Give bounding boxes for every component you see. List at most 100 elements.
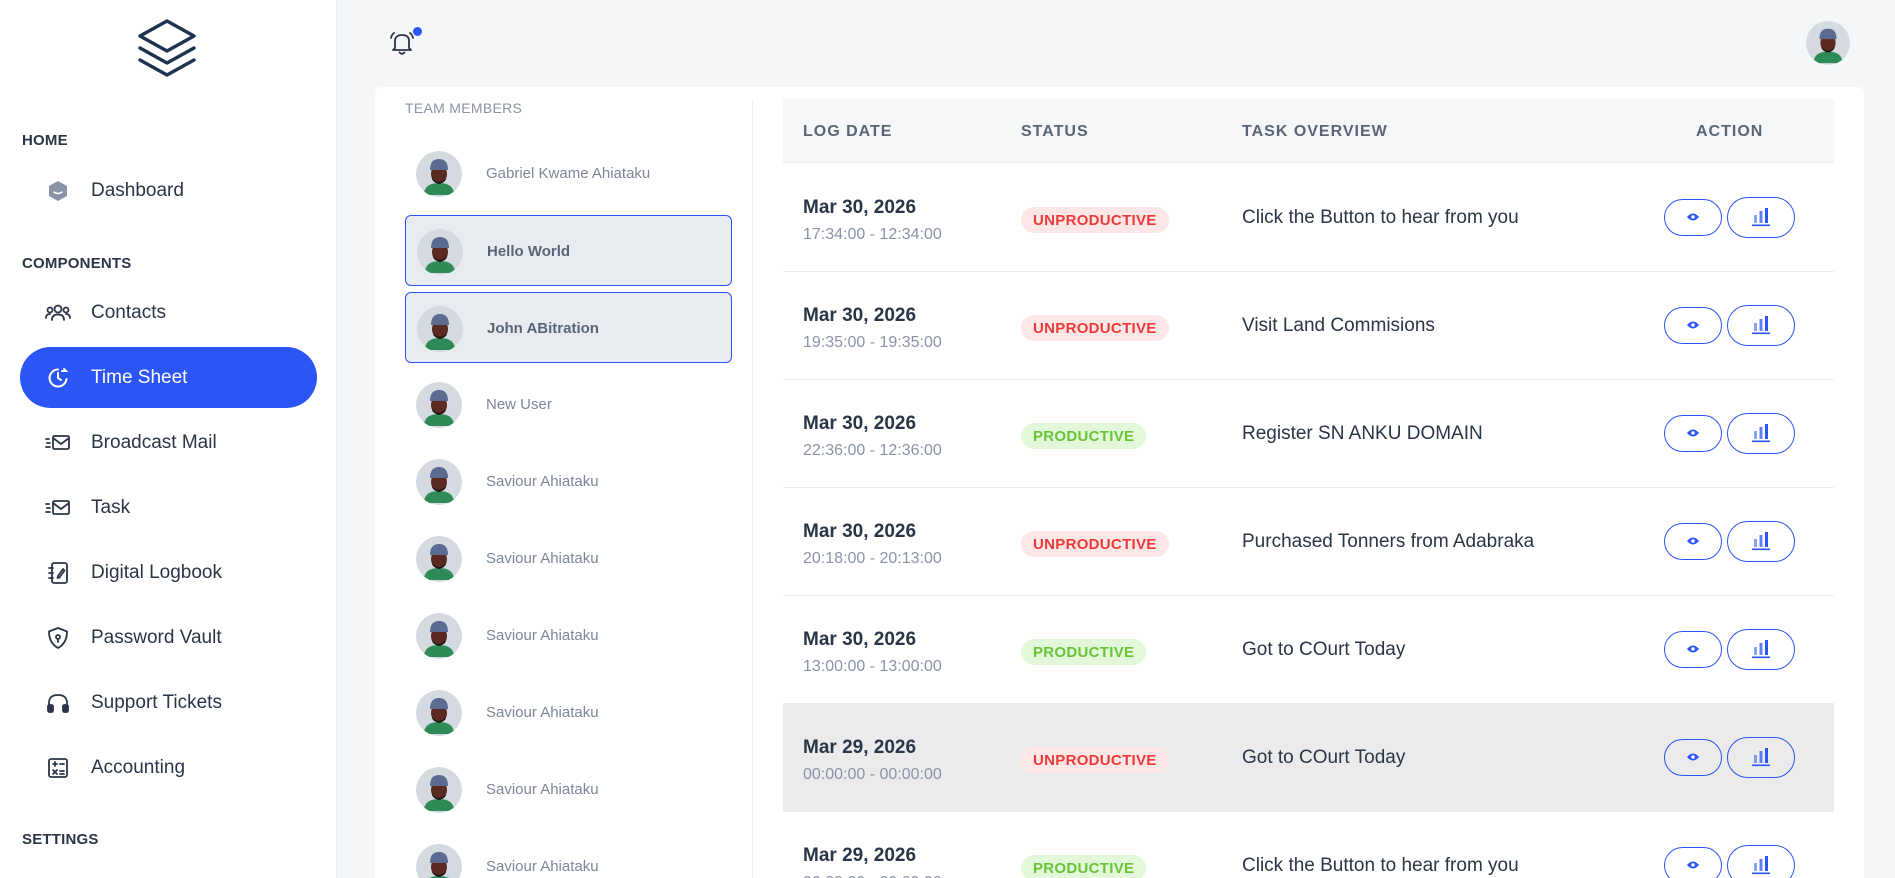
avatar <box>417 306 463 352</box>
view-button[interactable] <box>1664 631 1722 668</box>
eye-icon <box>1686 426 1700 441</box>
team-member-item[interactable]: John ABitration <box>405 292 732 363</box>
sidebar-item-task[interactable]: Task <box>20 477 317 538</box>
view-button[interactable] <box>1664 523 1722 560</box>
team-member-item[interactable]: Hello World <box>405 215 732 286</box>
avatar <box>416 767 462 813</box>
log-date: Mar 30, 2026 <box>803 521 917 542</box>
view-button[interactable] <box>1664 199 1722 236</box>
view-button[interactable] <box>1664 739 1722 776</box>
dashboard-icon <box>45 178 71 204</box>
table-row: Mar 29, 2026 00:00:00 - 00:00:00 PRODUCT… <box>783 812 1834 878</box>
sidebar-item-label: Task <box>91 496 131 518</box>
log-time-range: 20:18:00 - 20:13:00 <box>803 550 942 567</box>
team-members-title: TEAM MEMBERS <box>405 100 523 116</box>
member-name: Saviour Ahiataku <box>486 627 599 644</box>
sidebar-item-contacts[interactable]: Contacts <box>20 282 317 343</box>
stats-button[interactable] <box>1727 629 1795 670</box>
log-date: Mar 30, 2026 <box>803 629 917 650</box>
team-member-item[interactable]: Saviour Ahiataku <box>405 600 732 671</box>
status-badge: UNPRODUCTIVE <box>1021 531 1169 557</box>
bar-chart-icon <box>1750 637 1772 662</box>
table-row: Mar 30, 2026 20:18:00 - 20:13:00 UNPRODU… <box>783 488 1834 596</box>
team-member-item[interactable]: Gabriel Kwame Ahiataku <box>405 138 732 209</box>
user-avatar[interactable] <box>1806 21 1850 65</box>
eye-icon <box>1686 642 1700 657</box>
view-button[interactable] <box>1664 307 1722 344</box>
task-overview: Purchased Tonners from Adabraka <box>1242 531 1535 552</box>
mail-fast-icon <box>45 430 71 456</box>
log-time-range: 13:00:00 - 13:00:00 <box>803 658 942 675</box>
member-name: Saviour Ahiataku <box>486 704 599 721</box>
team-member-item[interactable]: Saviour Ahiataku <box>405 754 732 825</box>
log-date: Mar 30, 2026 <box>803 305 917 326</box>
logo-icon[interactable] <box>136 17 198 81</box>
sidebar-item-label: Broadcast Mail <box>91 431 217 453</box>
member-name: Saviour Ahiataku <box>486 858 599 875</box>
table-header: LOG DATE STATUS TASK OVERVIEW ACTION <box>783 99 1834 163</box>
sidebar-item-support-tickets[interactable]: Support Tickets <box>20 672 317 733</box>
team-member-item[interactable]: Saviour Ahiataku <box>405 831 732 878</box>
headphones-icon <box>45 690 71 716</box>
table-row: Mar 30, 2026 19:35:00 - 19:35:00 UNPRODU… <box>783 272 1834 380</box>
view-button[interactable] <box>1664 415 1722 452</box>
eye-icon <box>1686 750 1700 765</box>
mail-fast-icon <box>45 495 71 521</box>
member-name: New User <box>486 396 552 413</box>
view-button[interactable] <box>1664 847 1722 878</box>
sidebar-item-label: Digital Logbook <box>91 561 222 583</box>
bell-icon[interactable] <box>388 29 416 57</box>
avatar <box>416 382 462 428</box>
sidebar-item-time-sheet[interactable]: Time Sheet <box>20 347 317 408</box>
log-time-range: 22:36:00 - 12:36:00 <box>803 442 942 459</box>
task-overview: Click the Button to hear from you <box>1242 207 1519 228</box>
sidebar-item-dashboard[interactable]: Dashboard <box>20 160 317 221</box>
table-row: Mar 30, 2026 13:00:00 - 13:00:00 PRODUCT… <box>783 596 1834 704</box>
member-name: Saviour Ahiataku <box>486 473 599 490</box>
log-time-range: 19:35:00 - 19:35:00 <box>803 334 942 351</box>
section-title-components: COMPONENTS <box>22 255 132 272</box>
status-badge: UNPRODUCTIVE <box>1021 747 1169 773</box>
member-name: Saviour Ahiataku <box>486 550 599 567</box>
sidebar-item-digital-logbook[interactable]: Digital Logbook <box>20 542 317 603</box>
sidebar-item-label: Dashboard <box>91 179 184 201</box>
avatar <box>416 690 462 736</box>
task-overview: Got to COurt Today <box>1242 639 1406 660</box>
log-time-range: 00:00:00 - 00:00:00 <box>803 766 942 783</box>
team-member-item[interactable]: Saviour Ahiataku <box>405 446 732 517</box>
eye-icon <box>1686 318 1700 333</box>
team-member-item[interactable]: Saviour Ahiataku <box>405 677 732 748</box>
task-overview: Got to COurt Today <box>1242 747 1406 768</box>
stats-button[interactable] <box>1727 845 1795 878</box>
team-member-item[interactable]: Saviour Ahiataku <box>405 523 732 594</box>
team-member-item[interactable]: New User <box>405 369 732 440</box>
sidebar-item-broadcast-mail[interactable]: Broadcast Mail <box>20 412 317 473</box>
member-name: Hello World <box>487 243 571 260</box>
status-badge: PRODUCTIVE <box>1021 855 1147 878</box>
avatar <box>417 229 463 275</box>
eye-icon <box>1686 210 1700 225</box>
panel-divider <box>752 99 753 878</box>
notebook-icon <box>45 560 71 586</box>
section-title-home: HOME <box>22 132 68 149</box>
table-row: Mar 30, 2026 17:34:00 - 12:34:00 UNPRODU… <box>783 164 1834 272</box>
sidebar-item-password-vault[interactable]: Password Vault <box>20 607 317 668</box>
stats-button[interactable] <box>1727 305 1795 346</box>
stats-button[interactable] <box>1727 197 1795 238</box>
calculator-icon <box>45 755 71 781</box>
avatar <box>416 536 462 582</box>
status-badge: UNPRODUCTIVE <box>1021 207 1169 233</box>
stats-button[interactable] <box>1727 413 1795 454</box>
shield-lock-icon <box>45 625 71 651</box>
bar-chart-icon <box>1750 421 1772 446</box>
sidebar-item-label: Accounting <box>91 756 186 778</box>
section-title-settings: SETTINGS <box>22 831 99 848</box>
log-date: Mar 29, 2026 <box>803 737 917 758</box>
log-date: Mar 30, 2026 <box>803 413 917 434</box>
sidebar-item-accounting[interactable]: Accounting <box>20 737 317 798</box>
sidebar-item-label: Password Vault <box>91 626 222 648</box>
stats-button[interactable] <box>1727 737 1795 778</box>
status-badge: PRODUCTIVE <box>1021 423 1147 449</box>
stats-button[interactable] <box>1727 521 1795 562</box>
column-task-overview: TASK OVERVIEW <box>1242 123 1388 140</box>
